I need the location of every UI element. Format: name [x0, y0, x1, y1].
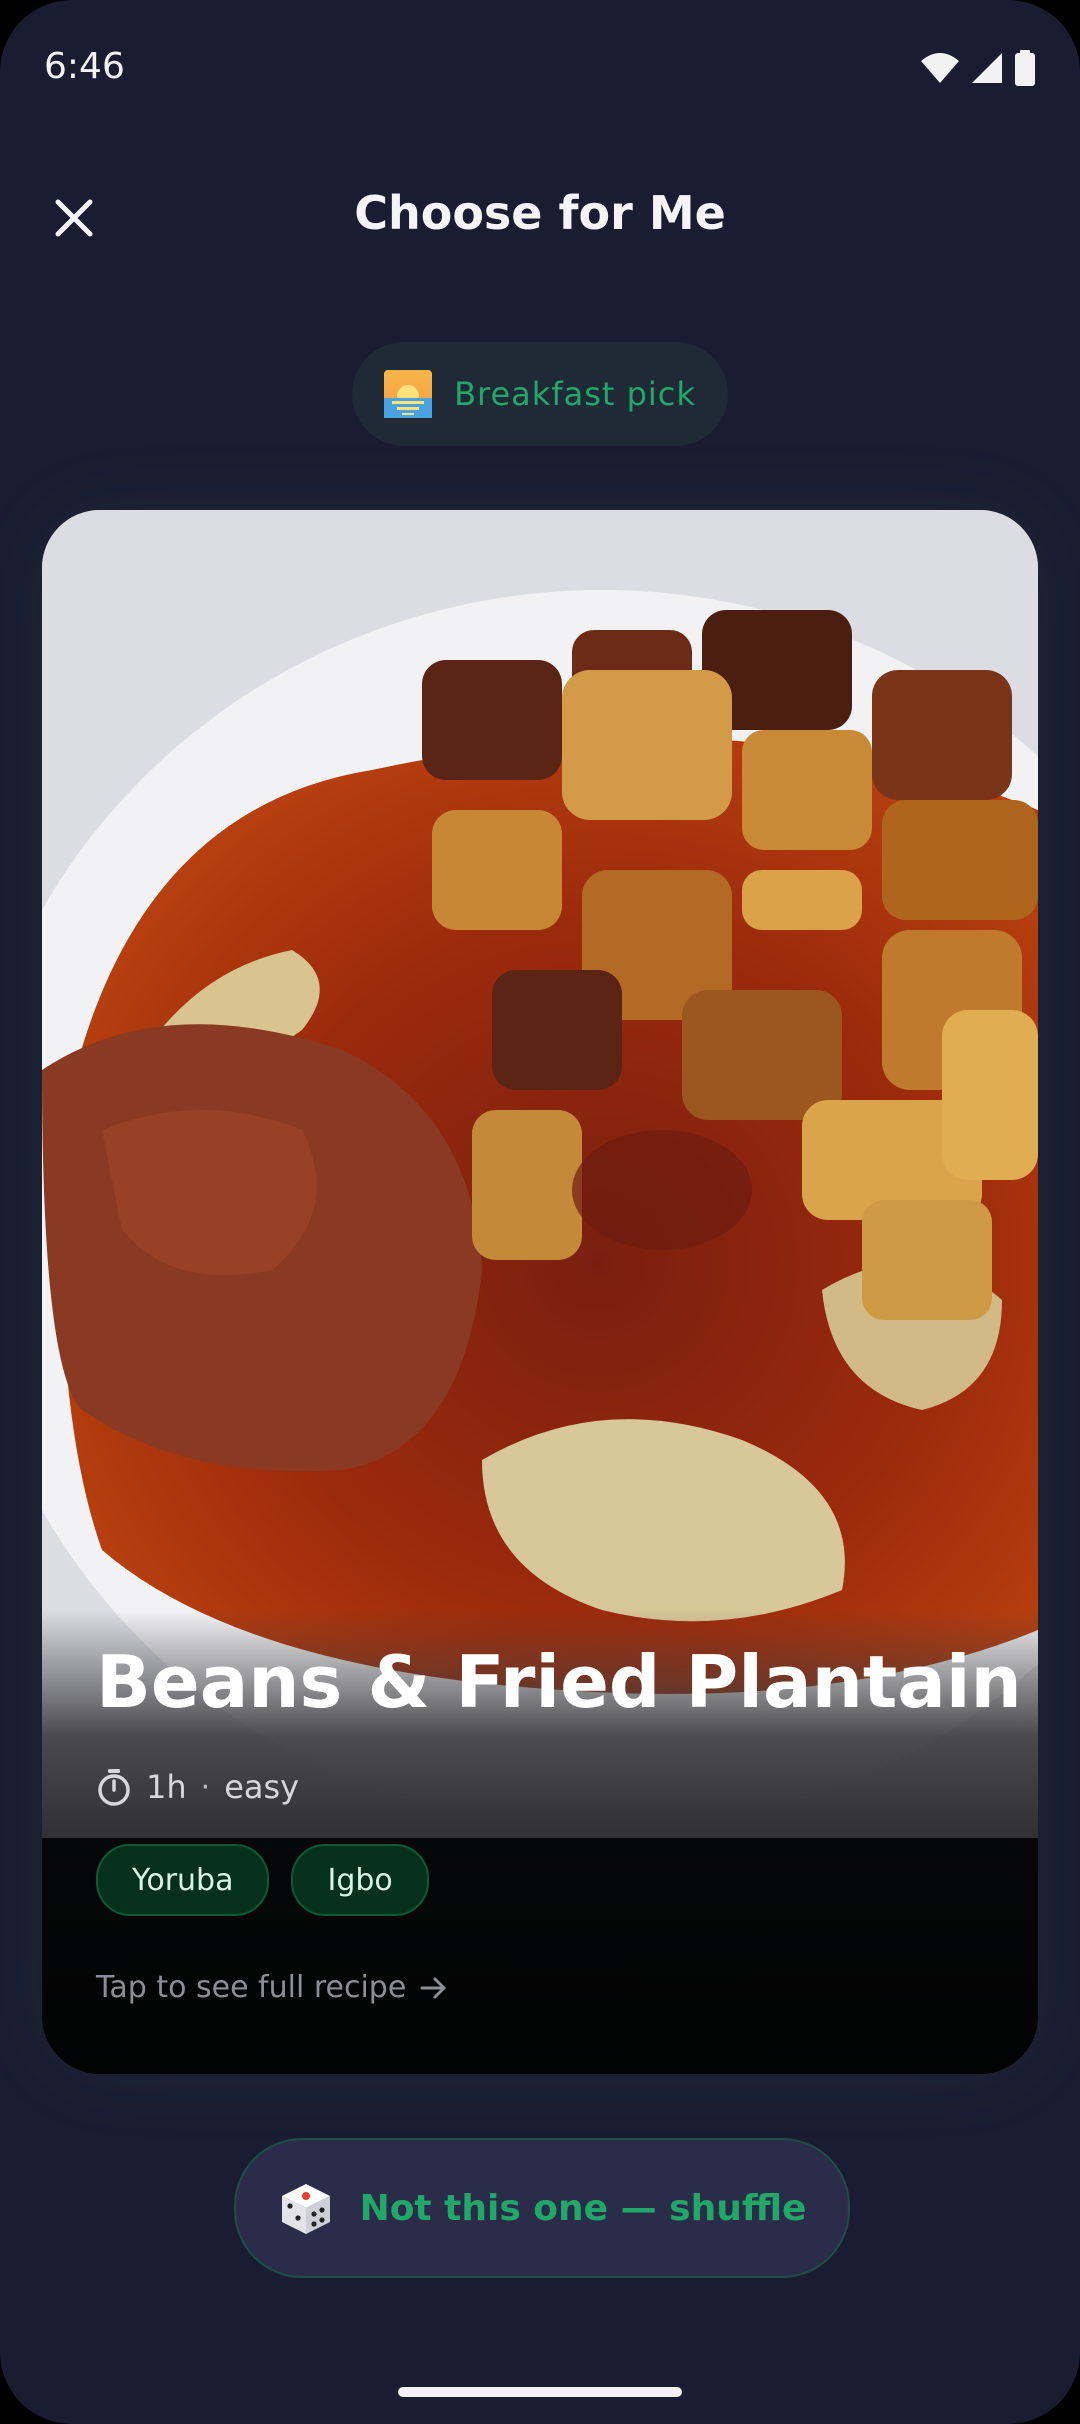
full-recipe-link[interactable]: Tap to see full recipe — [96, 1970, 448, 2005]
tag-chip: Igbo — [291, 1844, 429, 1916]
battery-icon — [1015, 50, 1035, 86]
recipe-title: Beans & Fried Plantain — [96, 1640, 1022, 1724]
recipe-tags: Yoruba Igbo — [96, 1844, 429, 1916]
home-indicator[interactable] — [398, 2387, 682, 2397]
dice-icon — [281, 2184, 330, 2234]
recipe-duration: 1h — [146, 1768, 187, 1806]
recipe-card[interactable]: Beans & Fried Plantain 1h · easy Yoruba … — [42, 510, 1038, 2074]
page-title: Choose for Me — [354, 186, 726, 240]
meta-separator: · — [200, 1769, 211, 1805]
sunrise-icon — [384, 370, 433, 418]
wifi-icon — [921, 53, 959, 83]
signal-icon — [972, 53, 1002, 83]
app-screen: 6:46 Choose for Me Breakfast pick Beans … — [0, 0, 1080, 2424]
timer-icon — [98, 1769, 130, 1806]
status-bar: 6:46 — [0, 0, 1080, 140]
meal-type-label: Breakfast pick — [454, 375, 696, 413]
recipe-meta: 1h · easy — [96, 1768, 299, 1806]
shuffle-label: Not this one — shuffle — [359, 2187, 807, 2229]
recipe-difficulty: easy — [224, 1768, 300, 1806]
tag-chip: Yoruba — [96, 1844, 270, 1916]
full-recipe-label: Tap to see full recipe — [96, 1970, 407, 2005]
shuffle-button[interactable]: Not this one — shuffle — [234, 2138, 850, 2278]
arrow-right-icon — [420, 1977, 446, 1998]
status-icons — [920, 50, 1036, 86]
meal-type-pill: Breakfast pick — [352, 342, 728, 446]
status-time: 6:46 — [44, 46, 125, 87]
